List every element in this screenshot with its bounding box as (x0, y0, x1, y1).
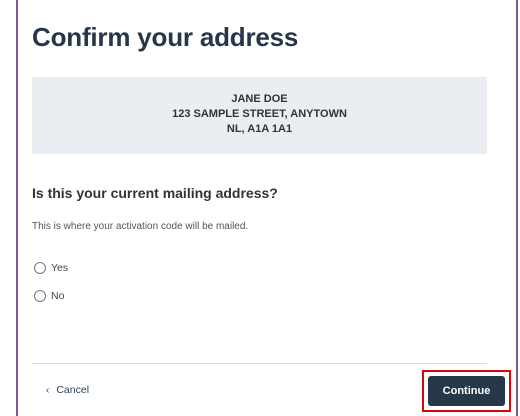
radio-no-label: No (51, 290, 65, 302)
radio-option-no[interactable]: No (34, 290, 64, 302)
address-province-postal: NL, A1A 1A1 (226, 123, 293, 135)
radio-yes-circle[interactable] (34, 262, 46, 274)
page-title: Confirm your address (32, 22, 299, 52)
address-box: JANE DOE 123 SAMPLE STREET, ANYTOWN NL, … (32, 77, 487, 154)
radio-yes-label: Yes (51, 262, 69, 274)
question-hint: This is where your activation code will … (32, 221, 249, 232)
cancel-label: Cancel (56, 384, 90, 396)
cancel-link[interactable]: ‹ Cancel (46, 384, 89, 396)
address-street: 123 SAMPLE STREET, ANYTOWN (172, 108, 347, 120)
radio-option-yes[interactable]: Yes (34, 262, 68, 274)
address-name: JANE DOE (231, 93, 288, 105)
continue-button[interactable]: Continue (428, 376, 505, 406)
footer-divider (32, 363, 487, 364)
chevron-left-icon: ‹ (46, 384, 50, 396)
dialog-frame (16, 0, 518, 416)
mailing-address-question: Is this your current mailing address? (32, 185, 278, 201)
radio-no-circle[interactable] (34, 290, 46, 302)
